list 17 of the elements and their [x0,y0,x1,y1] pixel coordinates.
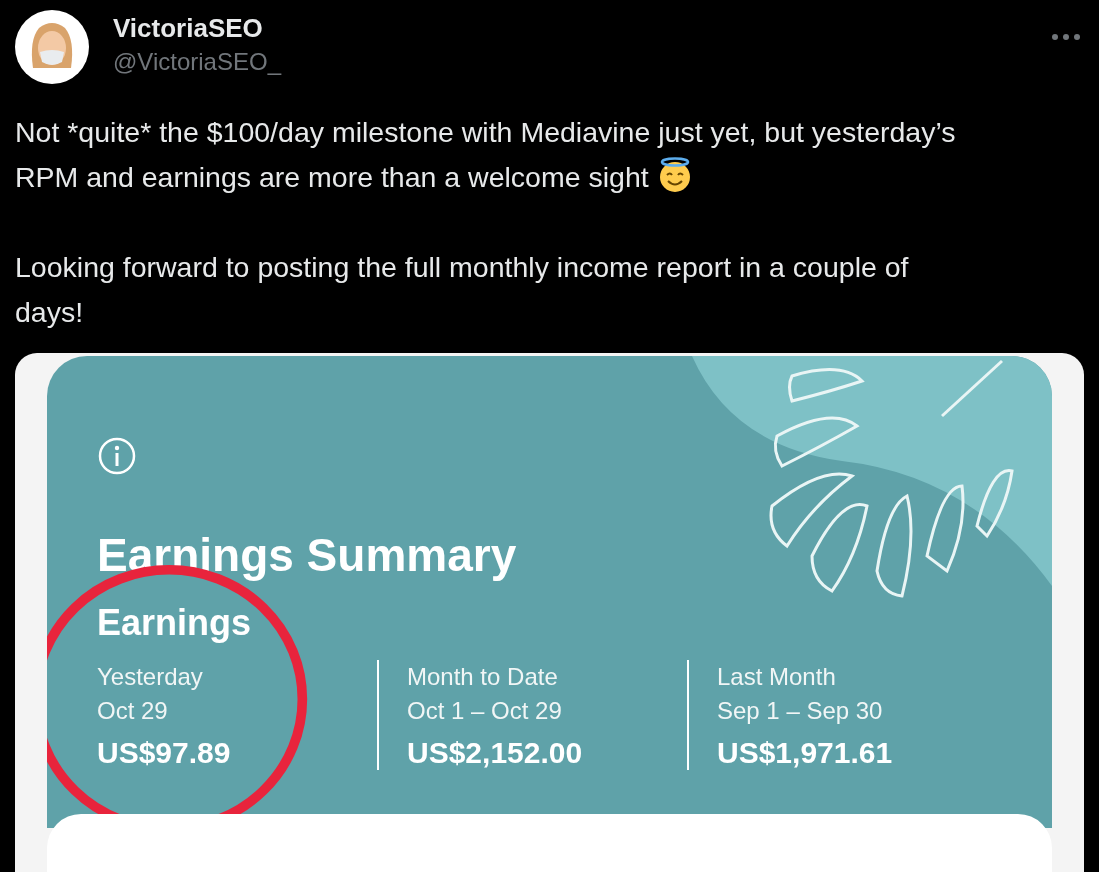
earnings-amount: US$97.89 [97,736,232,770]
more-icon[interactable] [1051,32,1081,42]
info-icon[interactable] [97,436,137,476]
author-name[interactable]: VictoriaSEO [113,13,1027,44]
tweet-text: Looking forward to posting the full monthly income report in a couple of days! [15,251,909,328]
avatar[interactable] [15,10,89,84]
period-label: Yesterday [97,662,204,692]
date-range: Sep 1 – Sep 30 [717,696,884,726]
period-label: Month to Date [407,662,559,692]
date-range: Oct 29 [97,696,169,726]
section-heading: Earnings [97,602,253,644]
date-range: Oct 1 – Oct 29 [407,696,563,726]
author-handle[interactable]: @VictoriaSEO_ [113,48,1027,76]
period-label: Last Month [717,662,837,692]
earnings-amount: US$1,971.61 [717,736,894,770]
earnings-amount: US$2,152.00 [407,736,584,770]
tweet-text: Not *quite* the $100/day milestone with Mediavine just yet, but yesterday’s RPM and earnings are more than a welcome sight [15,116,956,193]
